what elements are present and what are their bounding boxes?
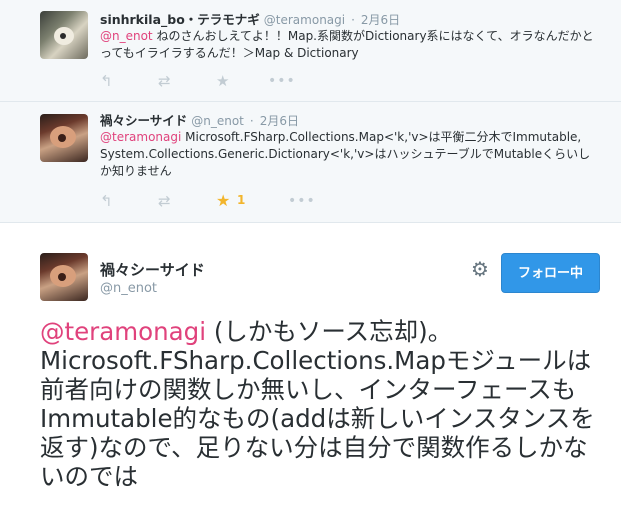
separator: · (249, 114, 254, 128)
main-tweet: 禍々シーサイド @n_enot ⚙ フォロー中 @teramonagi (しかも… (0, 223, 621, 523)
follow-button[interactable]: フォロー中 (501, 253, 600, 293)
tweet-body: ねのさんおしえてよ！！Map.系関数がDictionary系にはなくて、オラなん… (100, 29, 594, 60)
avatar[interactable] (40, 11, 88, 59)
reply-icon[interactable]: ↰ (100, 191, 113, 211)
tweet-text: @teramonagi Microsoft.FSharp.Collections… (100, 129, 600, 180)
thread-tweet[interactable]: sinhrkila_bo・テラモナギ @teramonagi · 2月6日 @n… (0, 0, 621, 102)
retweet-icon[interactable]: ⇄ (158, 71, 171, 91)
avatar[interactable] (40, 253, 88, 301)
user-name[interactable]: 禍々シーサイド (100, 259, 205, 280)
user-handle[interactable]: @n_enot (100, 281, 157, 296)
conversation-thread: sinhrkila_bo・テラモナギ @teramonagi · 2月6日 @n… (0, 0, 621, 223)
gear-icon[interactable]: ⚙ (470, 259, 490, 279)
tweet-header: 禍々シーサイド @n_enot · 2月6日 (100, 110, 299, 129)
more-icon[interactable]: ••• (268, 71, 296, 91)
tweet-text: @teramonagi (しかもソース忘却)。Microsoft.FSharp.… (40, 317, 610, 491)
mention-link[interactable]: @teramonagi (100, 130, 181, 144)
star-icon[interactable]: ★ (216, 191, 230, 211)
mention-link[interactable]: @teramonagi (40, 317, 206, 346)
tweet-text: @n_enot ねのさんおしえてよ！！Map.系関数がDictionary系には… (100, 28, 600, 62)
user-name[interactable]: sinhrkila_bo・テラモナギ (100, 12, 260, 27)
user-handle[interactable]: @n_enot (191, 114, 244, 128)
favorite-count: 1 (237, 193, 246, 207)
retweet-icon[interactable]: ⇄ (158, 191, 171, 211)
separator: · (351, 13, 355, 27)
more-icon[interactable]: ••• (288, 191, 316, 211)
thread-tweet[interactable]: 禍々シーサイド @n_enot · 2月6日 @teramonagi Micro… (0, 102, 621, 222)
user-name[interactable]: 禍々シーサイド (100, 113, 187, 128)
timestamp[interactable]: 2月6日 (260, 114, 299, 128)
user-handle[interactable]: @teramonagi (264, 13, 345, 27)
star-icon[interactable]: ★ (216, 71, 229, 91)
avatar[interactable] (40, 114, 88, 162)
mention-link[interactable]: @n_enot (100, 29, 153, 43)
timestamp[interactable]: 2月6日 (361, 13, 400, 27)
tweet-header: sinhrkila_bo・テラモナギ @teramonagi · 2月6日 (100, 9, 400, 28)
reply-icon[interactable]: ↰ (100, 71, 113, 91)
